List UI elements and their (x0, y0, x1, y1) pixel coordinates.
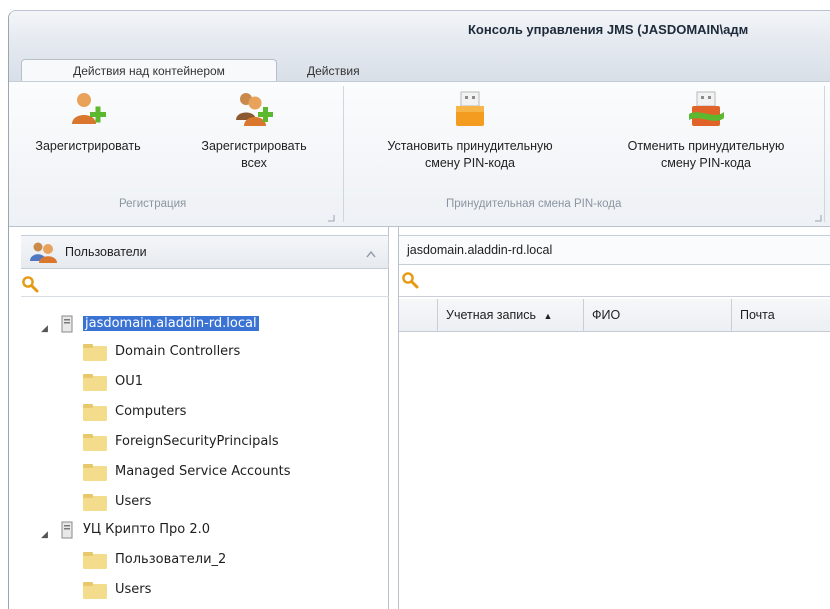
folder-icon (83, 374, 107, 391)
column-label: Учетная запись (446, 308, 537, 322)
breadcrumb: jasdomain.aladdin-rd.local (399, 235, 830, 265)
tree-item-domain[interactable]: jasdomain.aladdin-rd.local (83, 311, 259, 337)
folder-icon (83, 434, 107, 451)
ribbon: Зарегистрировать Зарегистрировать всех Р… (9, 81, 830, 227)
tab-actions[interactable]: Действия (307, 61, 360, 81)
chevron-down-icon[interactable]: ◢ (41, 529, 48, 540)
users-add-icon (234, 90, 274, 130)
tree-item-label: OU1 (115, 374, 144, 389)
folder-icon (83, 464, 107, 481)
column-account[interactable]: Учетная запись ▲ (437, 299, 583, 332)
token-set-icon (450, 90, 490, 130)
ribbon-group-registration: Зарегистрировать Зарегистрировать всех Р… (9, 82, 343, 227)
column-label: Почта (740, 308, 775, 322)
column-full-name[interactable]: ФИО (583, 299, 731, 332)
group-label-pin-change: Принудительная смена PIN-кода (446, 198, 622, 210)
app-window: Консоль управления JMS (JASDOMAIN\адм Де… (8, 10, 830, 609)
tree-item-label: Пользователи_2 (115, 552, 227, 567)
window-title: Консоль управления JMS (JASDOMAIN\адм (468, 22, 749, 37)
chevron-down-icon[interactable]: ◢ (41, 323, 48, 334)
search-icon[interactable] (401, 271, 419, 292)
user-add-icon (68, 90, 108, 130)
server-icon (61, 315, 73, 333)
title-bar: Консоль управления JMS (JASDOMAIN\адм (9, 11, 830, 49)
tree-item-ca[interactable]: УЦ Крипто Про 2.0 (83, 517, 210, 543)
folder-icon (83, 582, 107, 599)
grid-search-bar[interactable] (399, 265, 830, 297)
tree-item-label: УЦ Крипто Про 2.0 (83, 522, 211, 537)
register-all-button[interactable]: Зарегистрировать всех (179, 90, 329, 172)
grid-header: Учетная запись ▲ ФИО Почта (399, 299, 830, 332)
dialog-launcher-icon[interactable] (327, 210, 335, 222)
register-all-label-1: Зарегистрировать (201, 139, 307, 153)
row-indicator-header (399, 299, 437, 332)
set-forced-label-1: Установить принудительную (387, 139, 553, 153)
folder-icon (83, 344, 107, 361)
register-all-label-2: всех (241, 156, 267, 170)
tree-item-label: Domain Controllers (115, 344, 241, 359)
column-email[interactable]: Почта (731, 299, 830, 332)
cancel-forced-pin-change-button[interactable]: Отменить принудительную смену PIN-кода (594, 90, 818, 172)
tree-item-label: ForeignSecurityPrincipals (115, 434, 279, 449)
accounts-panel: jasdomain.aladdin-rd.local Учетная запис… (398, 227, 830, 609)
tree-item-label: Users (115, 582, 152, 597)
users-panel-title: Пользователи (65, 245, 147, 259)
folder-icon (83, 552, 107, 569)
register-button[interactable]: Зарегистрировать (19, 90, 157, 155)
register-label-1: Зарегистрировать (35, 139, 141, 153)
group-label-registration: Регистрация (119, 198, 187, 210)
folder-icon (83, 404, 107, 421)
ribbon-group-pin-change: Установить принудительную смену PIN-кода… (344, 82, 824, 227)
search-icon[interactable] (21, 275, 39, 296)
token-cancel-icon (686, 90, 726, 130)
tree-search-bar[interactable] (21, 271, 389, 297)
breadcrumb-path: jasdomain.aladdin-rd.local (407, 243, 553, 257)
users-icon (29, 241, 59, 263)
users-panel-header: Пользователи (21, 235, 389, 269)
ribbon-group-divider (824, 86, 825, 222)
tab-container-actions[interactable]: Действия над контейнером (21, 59, 277, 83)
tree-item-label: Users (115, 494, 152, 509)
column-label: ФИО (592, 308, 621, 322)
cancel-forced-label-1: Отменить принудительную (627, 139, 785, 153)
set-forced-pin-change-button[interactable]: Установить принудительную смену PIN-кода (352, 90, 588, 172)
sort-asc-icon: ▲ (543, 311, 553, 321)
server-icon (61, 521, 73, 539)
tree-item-label: Computers (115, 404, 187, 419)
cancel-forced-label-2: смену PIN-кода (661, 156, 751, 170)
tree-item-label: jasdomain.aladdin-rd.local (83, 316, 259, 331)
folder-icon (83, 494, 107, 511)
chevron-up-icon[interactable] (366, 246, 376, 258)
ribbon-tabs: Действия над контейнером Действия (9, 49, 830, 83)
tree-item-label: Managed Service Accounts (115, 464, 291, 479)
set-forced-label-2: смену PIN-кода (425, 156, 515, 170)
dialog-launcher-icon[interactable] (814, 210, 822, 222)
users-panel: Пользователи ◢ jasdomain.aladdin-rd.loca… (21, 227, 389, 609)
